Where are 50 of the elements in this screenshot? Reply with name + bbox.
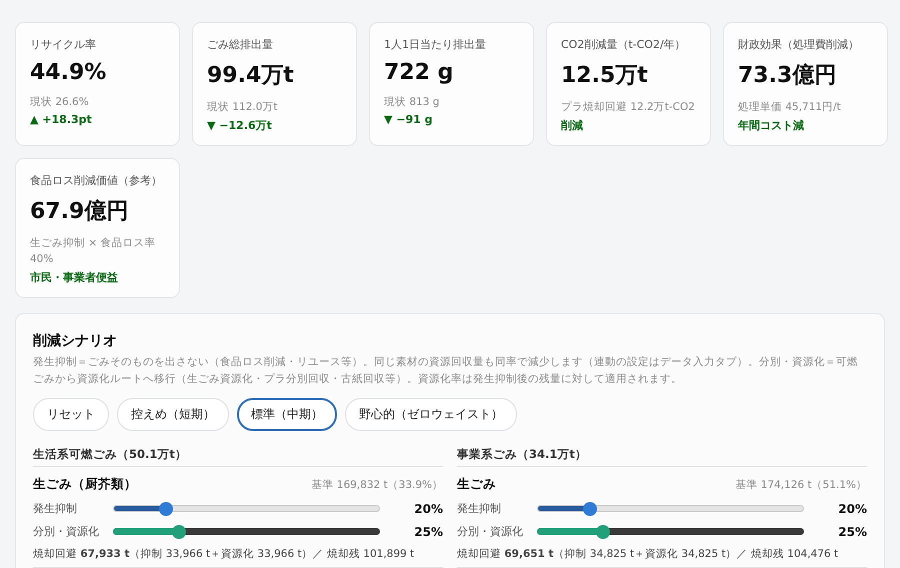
item-name: 生ごみ（厨芥類） — [33, 476, 137, 493]
kpi-label: 食品ロス削減価値（参考） — [30, 173, 163, 188]
slider-reading: 20% — [414, 502, 443, 516]
slider-reading: 25% — [414, 524, 443, 538]
item-summary: 焼却回避 67,933 t（抑制 33,966 t＋資源化 33,966 t）／ 焼却残 101,899 t — [33, 547, 416, 561]
slider-thumb[interactable] — [172, 524, 186, 538]
panel-title: 削減シナリオ — [33, 332, 118, 350]
kpi-value: 722 g — [384, 60, 454, 85]
kpi-baseline: プラ焼却回避 12.2万t-CO2 — [561, 100, 696, 115]
kpi-label: 財政効果（処理費削減） — [738, 37, 860, 52]
kpi-baseline: 現状 813 g — [384, 95, 440, 110]
kpi-label: CO2削減量（t-CO2/年） — [561, 37, 687, 52]
item-summary: 焼却回避 69,651 t（抑制 34,825 t＋資源化 34,825 t）／ 焼却残 104,476 t — [457, 547, 840, 561]
kpi-delta: 市民・事業者便益 — [30, 270, 119, 285]
slider-reading: 20% — [838, 502, 867, 516]
slider-label: 分別・資源化 — [457, 524, 524, 539]
slider-thumb[interactable] — [596, 524, 610, 538]
kpi-label: 1人1日当たり排出量 — [384, 37, 487, 52]
kpi-label: リサイクル率 — [30, 37, 97, 52]
preset-button[interactable]: リセット — [33, 398, 109, 431]
kpi-baseline: 処理単価 45,711円/t — [738, 100, 842, 115]
preset-button[interactable]: 標準（中期） — [237, 398, 337, 431]
item-name: 生ごみ — [457, 476, 496, 493]
item-baseline: 基準 174,126 t（51.1%） — [735, 478, 867, 492]
slider-label: 発生抑制 — [33, 501, 78, 516]
kpi-value: 99.4万t — [207, 62, 295, 90]
panel-description: 発生抑制＝ごみそのものを出さない（食品ロス削減・リユース等）。同じ素材の資源回収量も同率で減少します（連動の設定はデータ入力タブ）。分別・資源化＝可燃ごみから資源化ルートへ移行（生ごみ資源化・プラ分別回収・古紙回収等）。資源化率は発生抑制後の残量に対して適用されます。 — [33, 355, 859, 387]
kpi-delta: ▲ +18.3pt — [30, 113, 93, 126]
kpi-delta: 削減 — [561, 118, 584, 133]
kpi-value: 67.9億円 — [30, 198, 130, 226]
slider-reading: 25% — [838, 524, 867, 538]
kpi-label: ごみ総排出量 — [207, 37, 274, 52]
kpi-delta: ▼ −91 g — [384, 113, 434, 126]
kpi-value: 44.9% — [30, 60, 108, 85]
kpi-value: 73.3億円 — [738, 62, 838, 90]
group-title: 事業系ごみ（34.1万t） — [457, 447, 867, 467]
kpi-delta: 年間コスト減 — [738, 118, 805, 133]
kpi-baseline: 現状 26.6% — [30, 95, 90, 110]
kpi-delta: ▼ −12.6万t — [207, 118, 273, 133]
slider-label: 発生抑制 — [457, 501, 502, 516]
kpi-value: 12.5万t — [561, 62, 649, 90]
kpi-baseline: 生ごみ抑制 × 食品ロス率 40% — [30, 236, 156, 267]
slider-thumb[interactable] — [159, 502, 173, 516]
slider-label: 分別・資源化 — [33, 524, 100, 539]
preset-button[interactable]: 控えめ（短期） — [117, 398, 229, 431]
slider-thumb[interactable] — [583, 502, 597, 516]
group-title: 生活系可燃ごみ（50.1万t） — [33, 447, 443, 467]
preset-button[interactable]: 野心的（ゼロウェイスト） — [345, 398, 517, 431]
item-baseline: 基準 169,832 t（33.9%） — [311, 478, 443, 492]
kpi-baseline: 現状 112.0万t — [207, 100, 279, 115]
